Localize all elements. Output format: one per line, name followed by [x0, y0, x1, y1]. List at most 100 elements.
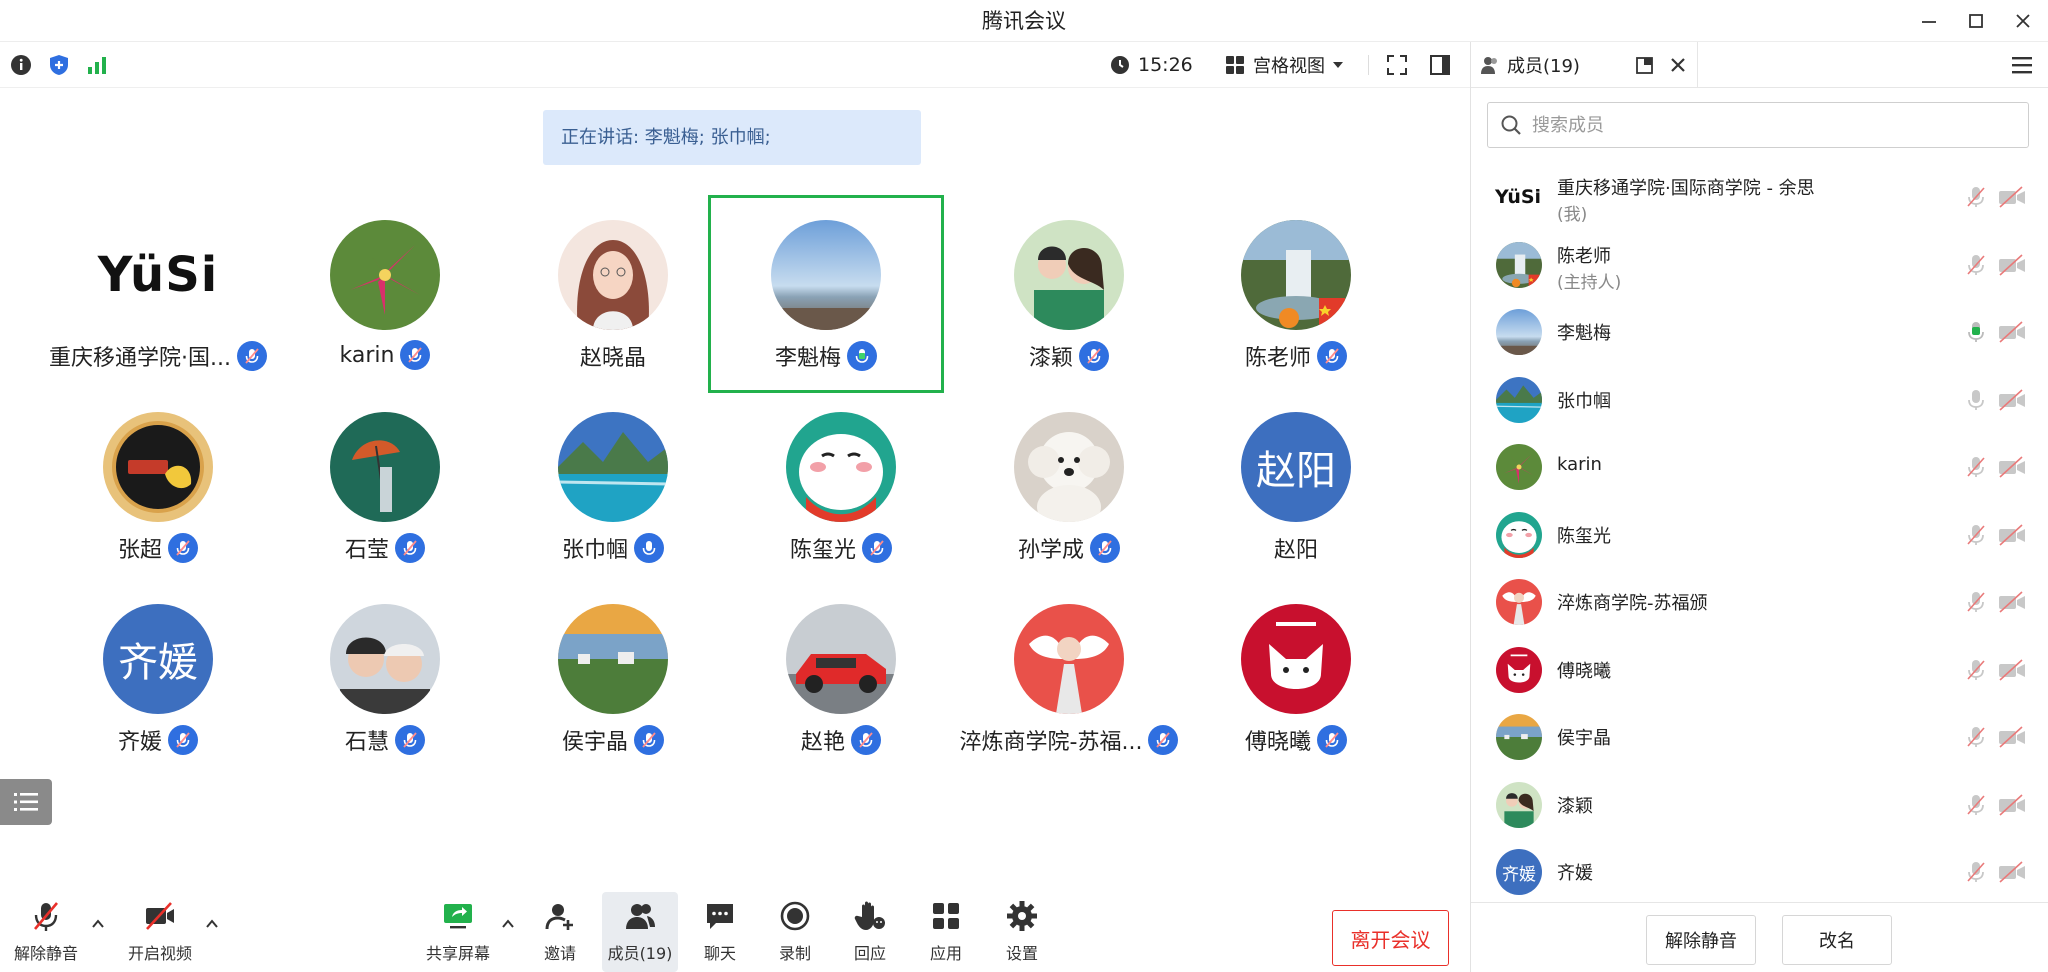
participant-tile[interactable]: 李魁梅: [708, 195, 944, 393]
toggle-sidebar-button[interactable]: [1428, 53, 1452, 77]
unmute-label: 解除静音: [13, 944, 78, 963]
mic-status-badge: [395, 725, 425, 755]
info-button[interactable]: [9, 53, 33, 77]
mic-muted-icon: [403, 732, 417, 748]
participant-list-toggle[interactable]: [0, 779, 52, 825]
minimize-button[interactable]: [1906, 0, 1952, 42]
mic-muted-icon: [1967, 254, 1985, 275]
participant-tile[interactable]: 石慧: [285, 594, 485, 784]
participant-tile[interactable]: 石莹: [285, 402, 485, 592]
participant-name-row: 陈老师: [1166, 340, 1426, 372]
participant-tile[interactable]: 赵艳: [741, 594, 941, 784]
unmute-button[interactable]: 解除静音: [8, 892, 84, 972]
member-row[interactable]: 陈老师 (主持人): [1471, 230, 2048, 297]
invite-button[interactable]: 邀请: [522, 892, 598, 972]
participant-tile[interactable]: 赵晓晶: [513, 210, 713, 400]
mic-muted-icon: [176, 732, 190, 748]
member-row[interactable]: 张巾帼: [1471, 365, 2048, 432]
share-screen-button[interactable]: 共享屏幕: [420, 892, 496, 972]
avatar: [558, 220, 668, 330]
mic-muted-icon: [408, 347, 423, 363]
participant-tile[interactable]: 侯宇晶: [513, 594, 713, 784]
avatar: [1241, 604, 1351, 714]
mic-muted-icon: [1967, 592, 1985, 612]
avatar: [771, 220, 881, 330]
chat-button[interactable]: 聊天: [682, 892, 758, 972]
chevron-up-icon[interactable]: [90, 916, 106, 932]
maximize-button[interactable]: [1953, 0, 1999, 42]
avatar: [786, 412, 896, 522]
close-window-button[interactable]: [2000, 0, 2046, 42]
tab-members[interactable]: 成员(19): [1471, 42, 1698, 88]
member-name: 张巾帼: [1557, 390, 1611, 412]
participant-tile[interactable]: 孙学成: [969, 402, 1169, 592]
title-bar: 腾讯会议: [0, 0, 2048, 42]
mic-muted-icon: [1967, 727, 1985, 747]
mic-muted-icon: [642, 732, 656, 748]
list-icon: [14, 793, 38, 811]
close-icon[interactable]: [1669, 56, 1687, 74]
mic-muted-icon: [1967, 187, 1985, 207]
mic-status-badge: [395, 533, 425, 563]
participant-tile[interactable]: 张超: [58, 402, 258, 592]
chevron-up-icon[interactable]: [500, 916, 516, 932]
member-row[interactable]: 陈玺光: [1471, 500, 2048, 567]
window-title: 腾讯会议: [982, 9, 1066, 33]
participant-tile[interactable]: karin: [285, 210, 485, 400]
reaction-button[interactable]: 回应: [832, 892, 908, 972]
mic-muted-icon: [176, 540, 190, 556]
member-row[interactable]: 侯宇晶: [1471, 702, 2048, 769]
participant-tile[interactable]: 张巾帼: [513, 402, 713, 592]
start-video-button[interactable]: 开启视频: [122, 892, 198, 972]
view-mode-dropdown[interactable]: 宫格视图: [1225, 52, 1353, 78]
participant-tile[interactable]: 傅晓曦: [1196, 594, 1396, 784]
network-status[interactable]: [85, 53, 109, 77]
avatar: 齐媛: [1496, 849, 1542, 895]
mic-muted-icon: [1325, 732, 1339, 748]
popout-icon[interactable]: [1635, 55, 1655, 75]
member-row[interactable]: 李魁梅: [1471, 297, 2048, 364]
record-button[interactable]: 录制: [757, 892, 833, 972]
apps-button[interactable]: 应用: [908, 892, 984, 972]
member-row[interactable]: 漆颖: [1471, 770, 2048, 837]
mic-status-badge: [1079, 341, 1109, 371]
participant-tile[interactable]: 漆颖: [969, 210, 1169, 400]
member-search[interactable]: [1487, 102, 2029, 148]
member-row[interactable]: karin: [1471, 432, 2048, 499]
security-button[interactable]: [47, 53, 71, 77]
menu-icon[interactable]: [2011, 55, 2033, 75]
members-icon: [626, 904, 655, 929]
mic-muted-icon: [1967, 659, 1985, 680]
avatar: [1496, 241, 1542, 288]
video-off-icon: [1999, 388, 2025, 411]
member-name: 李魁梅: [1557, 323, 1611, 344]
member-row[interactable]: 齐媛 齐媛: [1471, 837, 2048, 902]
search-input[interactable]: [1532, 114, 2012, 136]
mic-muted-icon: [403, 540, 417, 556]
member-name: karin: [1557, 454, 1602, 475]
participant-name: 赵艳: [800, 730, 845, 755]
participant-tile[interactable]: YüSi 重庆移通学院·国...: [49, 210, 267, 400]
participant-tile[interactable]: 淬炼商学院-苏福...: [960, 594, 1179, 784]
fullscreen-button[interactable]: [1385, 53, 1409, 77]
members-button[interactable]: 成员(19): [602, 892, 678, 972]
mic-status-badge: [862, 533, 892, 563]
participant-tile[interactable]: 齐媛 齐媛: [58, 594, 258, 784]
unmute-all-button[interactable]: 解除静音: [1646, 915, 1756, 965]
chevron-up-icon[interactable]: [204, 916, 220, 932]
member-row[interactable]: YüSi 重庆移通学院·国际商学院 - 余思 (我): [1471, 162, 2048, 229]
video-off-icon: [146, 902, 174, 930]
leave-meeting-button[interactable]: 离开会议: [1332, 910, 1449, 966]
participant-tile[interactable]: 赵阳 赵阳: [1196, 402, 1396, 592]
member-row[interactable]: 淬炼商学院-苏福颁: [1471, 567, 2048, 634]
view-mode-label: 宫格视图: [1253, 56, 1325, 77]
participant-tile[interactable]: 陈玺光: [741, 402, 941, 592]
rename-button[interactable]: 改名: [1782, 915, 1892, 965]
member-role: (主持人): [1557, 272, 1622, 293]
settings-button[interactable]: 设置: [984, 892, 1060, 972]
gear-icon: [1007, 901, 1037, 931]
participant-tile[interactable]: 陈老师: [1196, 210, 1396, 400]
participant-name: 傅晓曦: [1244, 730, 1311, 755]
mic-muted-icon: [1967, 862, 1985, 882]
member-row[interactable]: 傅晓曦: [1471, 635, 2048, 702]
